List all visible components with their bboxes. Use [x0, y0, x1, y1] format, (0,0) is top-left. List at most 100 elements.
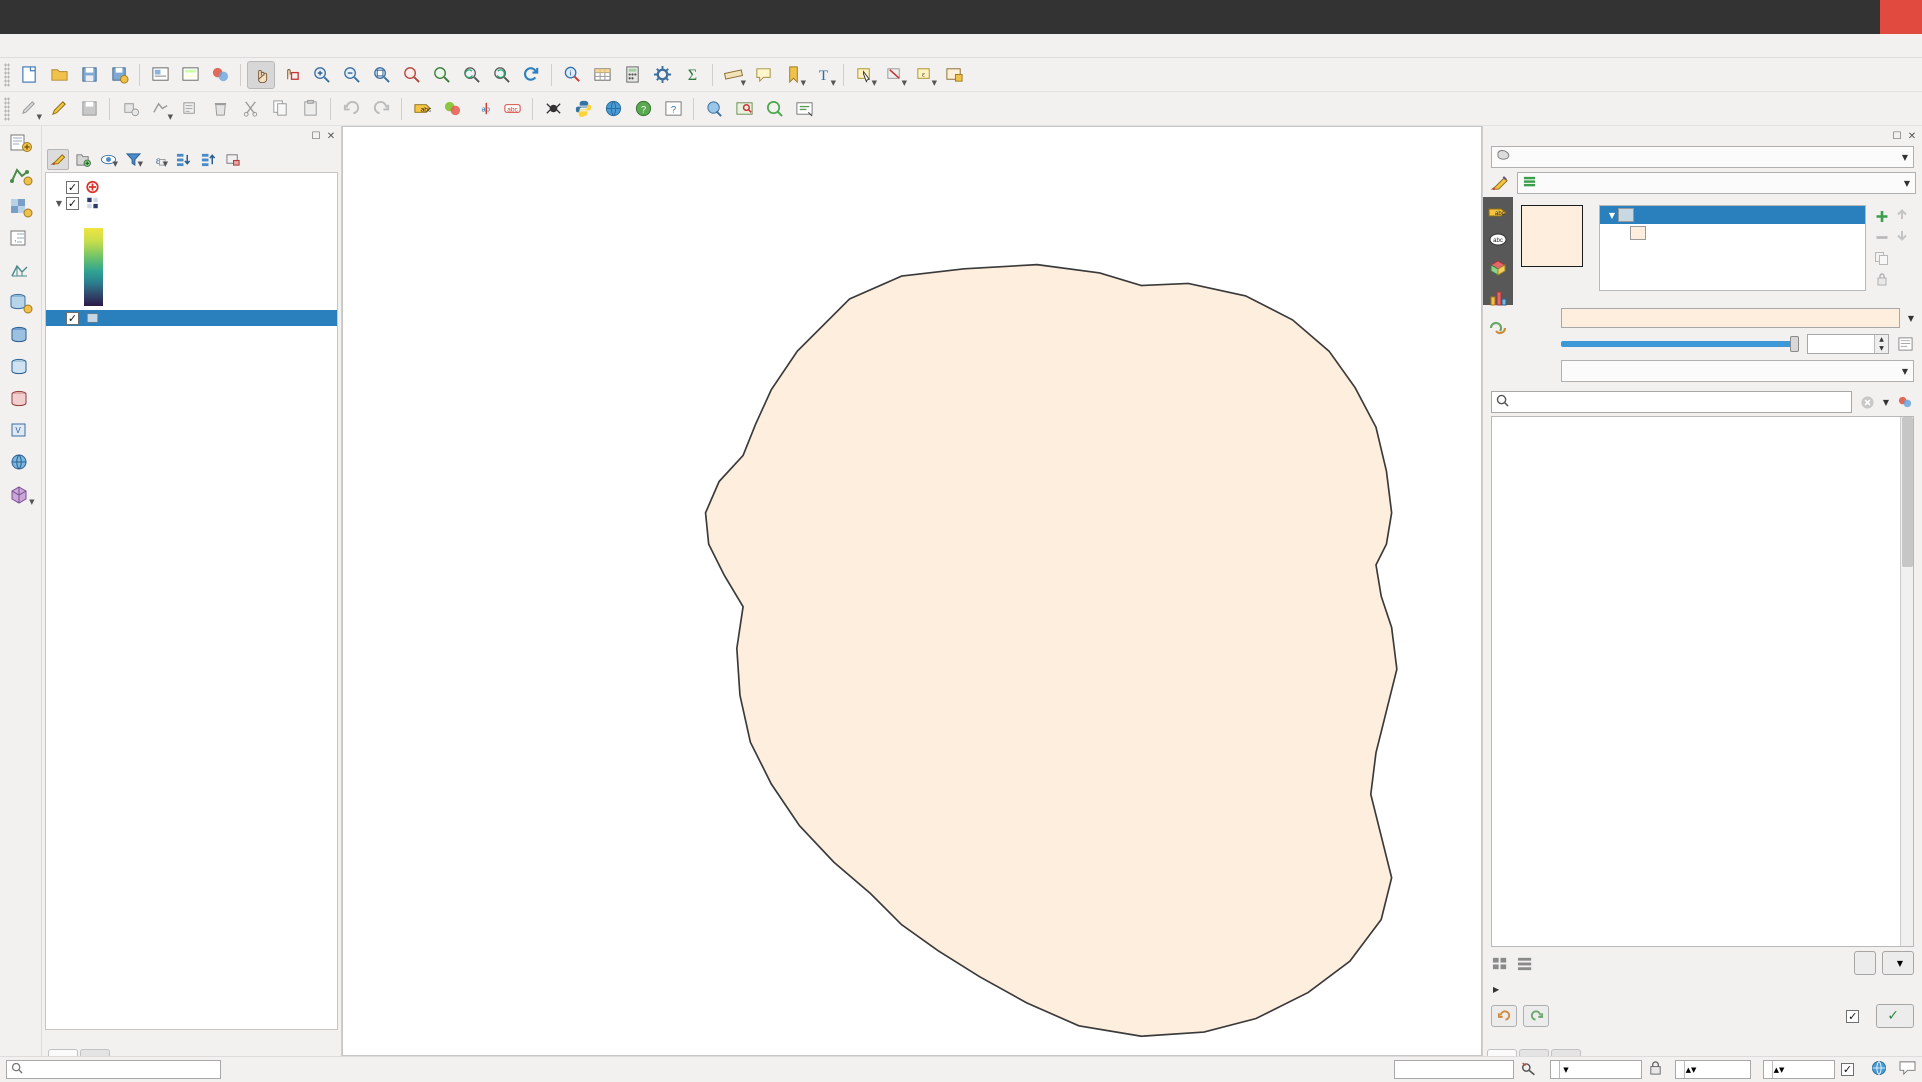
toggle-extents-icon[interactable] — [1520, 1060, 1538, 1080]
map-tips-icon[interactable] — [749, 61, 777, 89]
data-source-manager-icon[interactable] — [6, 130, 36, 156]
add-spatialite-layer-icon[interactable] — [6, 290, 36, 316]
move-symbol-layer-up-icon[interactable] — [1894, 207, 1914, 225]
color-picker-button[interactable] — [1561, 308, 1900, 328]
gallery-scroll-thumb[interactable] — [1902, 417, 1913, 567]
tab-browser[interactable] — [80, 1049, 110, 1056]
coordinate-field[interactable] — [1394, 1060, 1514, 1079]
copy-features-icon[interactable] — [266, 95, 294, 123]
rotation-spinbox[interactable]: ▲▼ — [1763, 1060, 1835, 1079]
osm-place-search-icon[interactable] — [730, 95, 758, 123]
layer-styling-toggle-icon[interactable] — [438, 95, 466, 123]
opacity-spinbox[interactable]: ▲ ▼ — [1807, 334, 1889, 354]
magnifier-spinner-arrows[interactable]: ▲▼ — [1684, 1061, 1697, 1078]
tab-processing-toolbox[interactable] — [1519, 1049, 1549, 1056]
open-attribute-table-icon[interactable] — [588, 61, 616, 89]
symbology-tab-icon[interactable] — [1489, 174, 1511, 193]
opacity-slider[interactable] — [1561, 334, 1799, 354]
symbol-gallery[interactable] — [1491, 416, 1914, 947]
add-virtual-layer-icon[interactable]: V — [6, 418, 36, 444]
minimize-button[interactable] — [1796, 0, 1838, 34]
select-by-expression-icon[interactable]: ε ▼ — [910, 61, 938, 89]
zoom-in-icon[interactable] — [307, 61, 335, 89]
add-wms-wmts-layer-icon[interactable] — [6, 450, 36, 476]
save-layer-edits-icon[interactable] — [75, 95, 103, 123]
expand-all-icon[interactable] — [172, 149, 194, 170]
opacity-spinner-arrows[interactable]: ▲ ▼ — [1874, 335, 1888, 353]
measure-line-icon[interactable]: ▼ — [719, 61, 747, 89]
qgis2web-icon[interactable] — [790, 95, 818, 123]
lock-scale-icon[interactable] — [1648, 1060, 1663, 1080]
list-view-toggle[interactable] — [1516, 955, 1535, 972]
highlight-pinned-labels-icon[interactable]: ab — [468, 95, 496, 123]
add-polygon-feature-icon[interactable] — [116, 95, 144, 123]
tab-layers[interactable] — [48, 1049, 78, 1056]
symbol-tree-row-fill[interactable]: ▼ — [1600, 206, 1865, 224]
pan-map-icon[interactable] — [247, 60, 275, 89]
symbol-tree-row-simple-fill[interactable] — [1600, 224, 1865, 242]
manage-map-themes-icon[interactable]: ▼ — [97, 149, 119, 170]
map-canvas[interactable] — [342, 126, 1482, 1056]
close-panel-icon[interactable]: ✕ — [325, 130, 337, 142]
layer-visibility-checkbox-population[interactable]: ✓ — [66, 196, 79, 210]
undo-icon[interactable] — [337, 95, 365, 123]
search-dropdown-icon[interactable]: ▼ — [1883, 398, 1889, 407]
layout-manager-icon[interactable] — [176, 61, 204, 89]
chevron-right-icon[interactable]: ▶ — [1493, 985, 1499, 994]
rotation-spinner-arrows[interactable]: ▲▼ — [1772, 1061, 1785, 1078]
add-wms-layer-icon[interactable] — [700, 95, 728, 123]
apply-button[interactable]: ✓ — [1876, 1004, 1914, 1028]
paste-features-icon[interactable] — [296, 95, 324, 123]
add-group-icon[interactable] — [72, 149, 94, 170]
chevron-down-icon-renderer[interactable]: ▼ — [1904, 179, 1910, 188]
chevron-down-icon[interactable]: ▼ — [1902, 153, 1908, 162]
layer-row-clinics[interactable]: ✓ — [46, 179, 337, 195]
redo-styling-icon[interactable] — [1523, 1005, 1549, 1027]
vertex-tool-icon[interactable]: ▼ — [146, 95, 174, 123]
redo-icon[interactable] — [367, 95, 395, 123]
statistical-summary-icon[interactable]: Σ — [678, 61, 706, 89]
new-print-layout-icon[interactable] — [146, 61, 174, 89]
new-bookmark-icon[interactable]: ▼ — [779, 61, 807, 89]
new-map-view-icon[interactable] — [940, 61, 968, 89]
deselect-features-icon[interactable]: ▼ — [880, 61, 908, 89]
layer-row-eth-addis-ababa[interactable]: ✓ — [46, 310, 337, 326]
zoom-next-icon[interactable] — [487, 61, 515, 89]
field-calculator-icon[interactable] — [618, 61, 646, 89]
tab-value-tool[interactable] — [1551, 1049, 1581, 1056]
renderer-selector[interactable]: ▼ — [1517, 172, 1916, 194]
labels-tab-icon[interactable]: abc — [1487, 205, 1509, 220]
add-oracle-layer-icon[interactable] — [6, 386, 36, 412]
help-question-icon[interactable]: ? — [659, 95, 687, 123]
filter-by-expression-icon[interactable]: ε ▼ — [147, 149, 169, 170]
layer-visibility-checkbox-eth[interactable]: ✓ — [66, 311, 79, 325]
duplicate-symbol-layer-icon[interactable] — [1872, 249, 1892, 267]
modify-attributes-icon[interactable] — [176, 95, 204, 123]
add-delimited-text-layer-icon[interactable]: , — [6, 226, 36, 252]
remove-layer-icon[interactable] — [222, 149, 244, 170]
select-features-icon[interactable]: ▼ — [850, 61, 878, 89]
zoom-full-icon[interactable] — [367, 61, 395, 89]
maximize-button[interactable] — [1838, 0, 1880, 34]
add-postgis-layer-icon[interactable] — [6, 322, 36, 348]
help-contents-icon[interactable]: ? — [629, 95, 657, 123]
add-mssql-layer-icon[interactable] — [6, 354, 36, 380]
move-symbol-layer-down-icon[interactable] — [1894, 228, 1914, 246]
toggle-editing-icon[interactable] — [45, 95, 73, 123]
zoom-to-selection-icon[interactable] — [397, 61, 425, 89]
unit-selector[interactable]: ▼ — [1561, 360, 1914, 382]
save-project-icon[interactable] — [75, 61, 103, 89]
zoom-to-layer-icon[interactable] — [427, 61, 455, 89]
collapse-expander-population[interactable]: ▼ — [52, 199, 66, 208]
layer-visibility-checkbox-clinics[interactable]: ✓ — [66, 180, 79, 194]
add-mesh-layer-icon[interactable] — [6, 258, 36, 284]
undo-styling-icon[interactable] — [1491, 1005, 1517, 1027]
chevron-down-icon-scale[interactable]: ▼ — [1559, 1061, 1572, 1078]
save-project-as-icon[interactable] — [105, 61, 133, 89]
zoom-last-icon[interactable] — [457, 61, 485, 89]
collapse-all-icon[interactable] — [197, 149, 219, 170]
3d-view-tab-icon[interactable] — [1487, 259, 1509, 278]
layers-tree[interactable]: ✓ ▼ ✓ ✓ — [45, 172, 338, 1030]
delete-selected-icon[interactable] — [206, 95, 234, 123]
identify-features-icon[interactable]: i — [558, 61, 586, 89]
